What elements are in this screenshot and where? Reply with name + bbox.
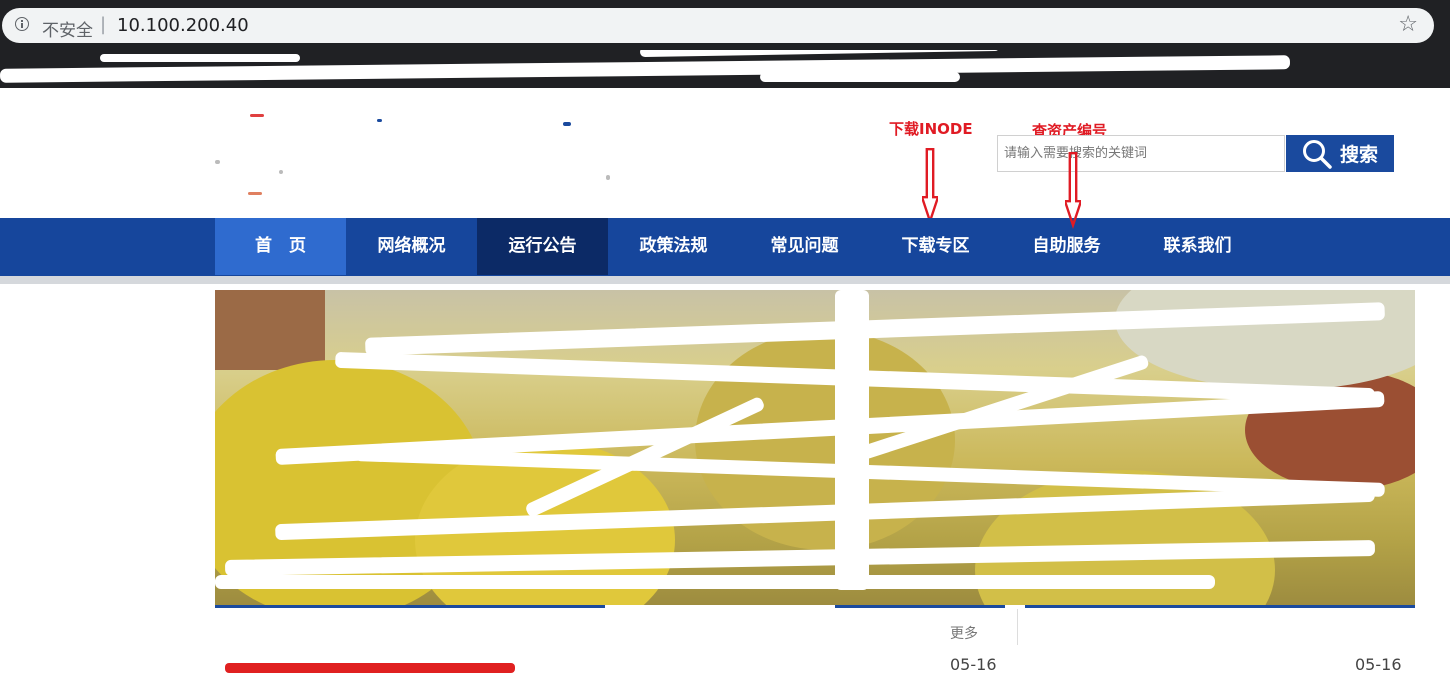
redaction-scribble (835, 290, 869, 590)
search-input[interactable] (998, 136, 1284, 171)
news-date-2: 05-16 (1355, 655, 1402, 674)
nav-item-downloads[interactable]: 下载专区 (870, 218, 1001, 275)
url-text[interactable]: 10.100.200.40 (117, 15, 249, 36)
column-divider (1017, 609, 1018, 645)
redaction-scribble (639, 50, 1001, 58)
nav-item-home[interactable]: 首 页 (215, 218, 346, 275)
address-separator: | (100, 14, 107, 35)
bookmarks-bar (0, 50, 1450, 88)
search-icon (1302, 139, 1332, 169)
banner-image[interactable] (215, 290, 1415, 605)
site-header: 下载INODE 查资产编号 搜索 (0, 88, 1450, 229)
nav-item-contact[interactable]: 联系我们 (1132, 218, 1263, 275)
more-link[interactable]: 更多 (950, 623, 978, 643)
nav-divider (0, 276, 1450, 284)
info-icon[interactable] (15, 17, 29, 31)
redaction-scribble (215, 575, 1215, 589)
star-icon[interactable]: ☆ (1398, 12, 1418, 37)
main-nav: 首 页 网络概况 运行公告 政策法规 常见问题 下载专区 自助服务 联系我们 (0, 218, 1450, 276)
address-bar[interactable]: 不安全 | 10.100.200.40 ☆ (2, 8, 1434, 43)
site-logo (215, 108, 615, 198)
browser-toolbar: 不安全 | 10.100.200.40 ☆ (0, 0, 1450, 50)
nav-items: 首 页 网络概况 运行公告 政策法规 常见问题 下载专区 自助服务 联系我们 (215, 218, 1263, 276)
annotation-download-inode: 下载INODE (889, 120, 973, 138)
tab-underline (215, 605, 605, 608)
nav-item-announcements[interactable]: 运行公告 (477, 218, 608, 275)
search-button[interactable]: 搜索 (1286, 135, 1394, 172)
redaction-scribble (100, 54, 300, 62)
search-button-label: 搜索 (1339, 144, 1378, 166)
nav-item-network-overview[interactable]: 网络概况 (346, 218, 477, 275)
banner-building (215, 290, 325, 370)
redaction-scribble (760, 72, 960, 82)
nav-item-faq[interactable]: 常见问题 (739, 218, 870, 275)
down-arrow-icon (1065, 152, 1081, 229)
security-label[interactable]: 不安全 (42, 16, 93, 41)
tab-underline (835, 605, 1005, 608)
news-date-1: 05-16 (950, 655, 997, 674)
search-box (997, 135, 1285, 172)
news-strip: 更多 05-16 05-16 (214, 605, 1415, 678)
nav-item-policies[interactable]: 政策法规 (608, 218, 739, 275)
tab-underline (1025, 605, 1415, 608)
news-item-highlight[interactable] (225, 663, 515, 673)
redaction-scribble (1034, 616, 1336, 636)
